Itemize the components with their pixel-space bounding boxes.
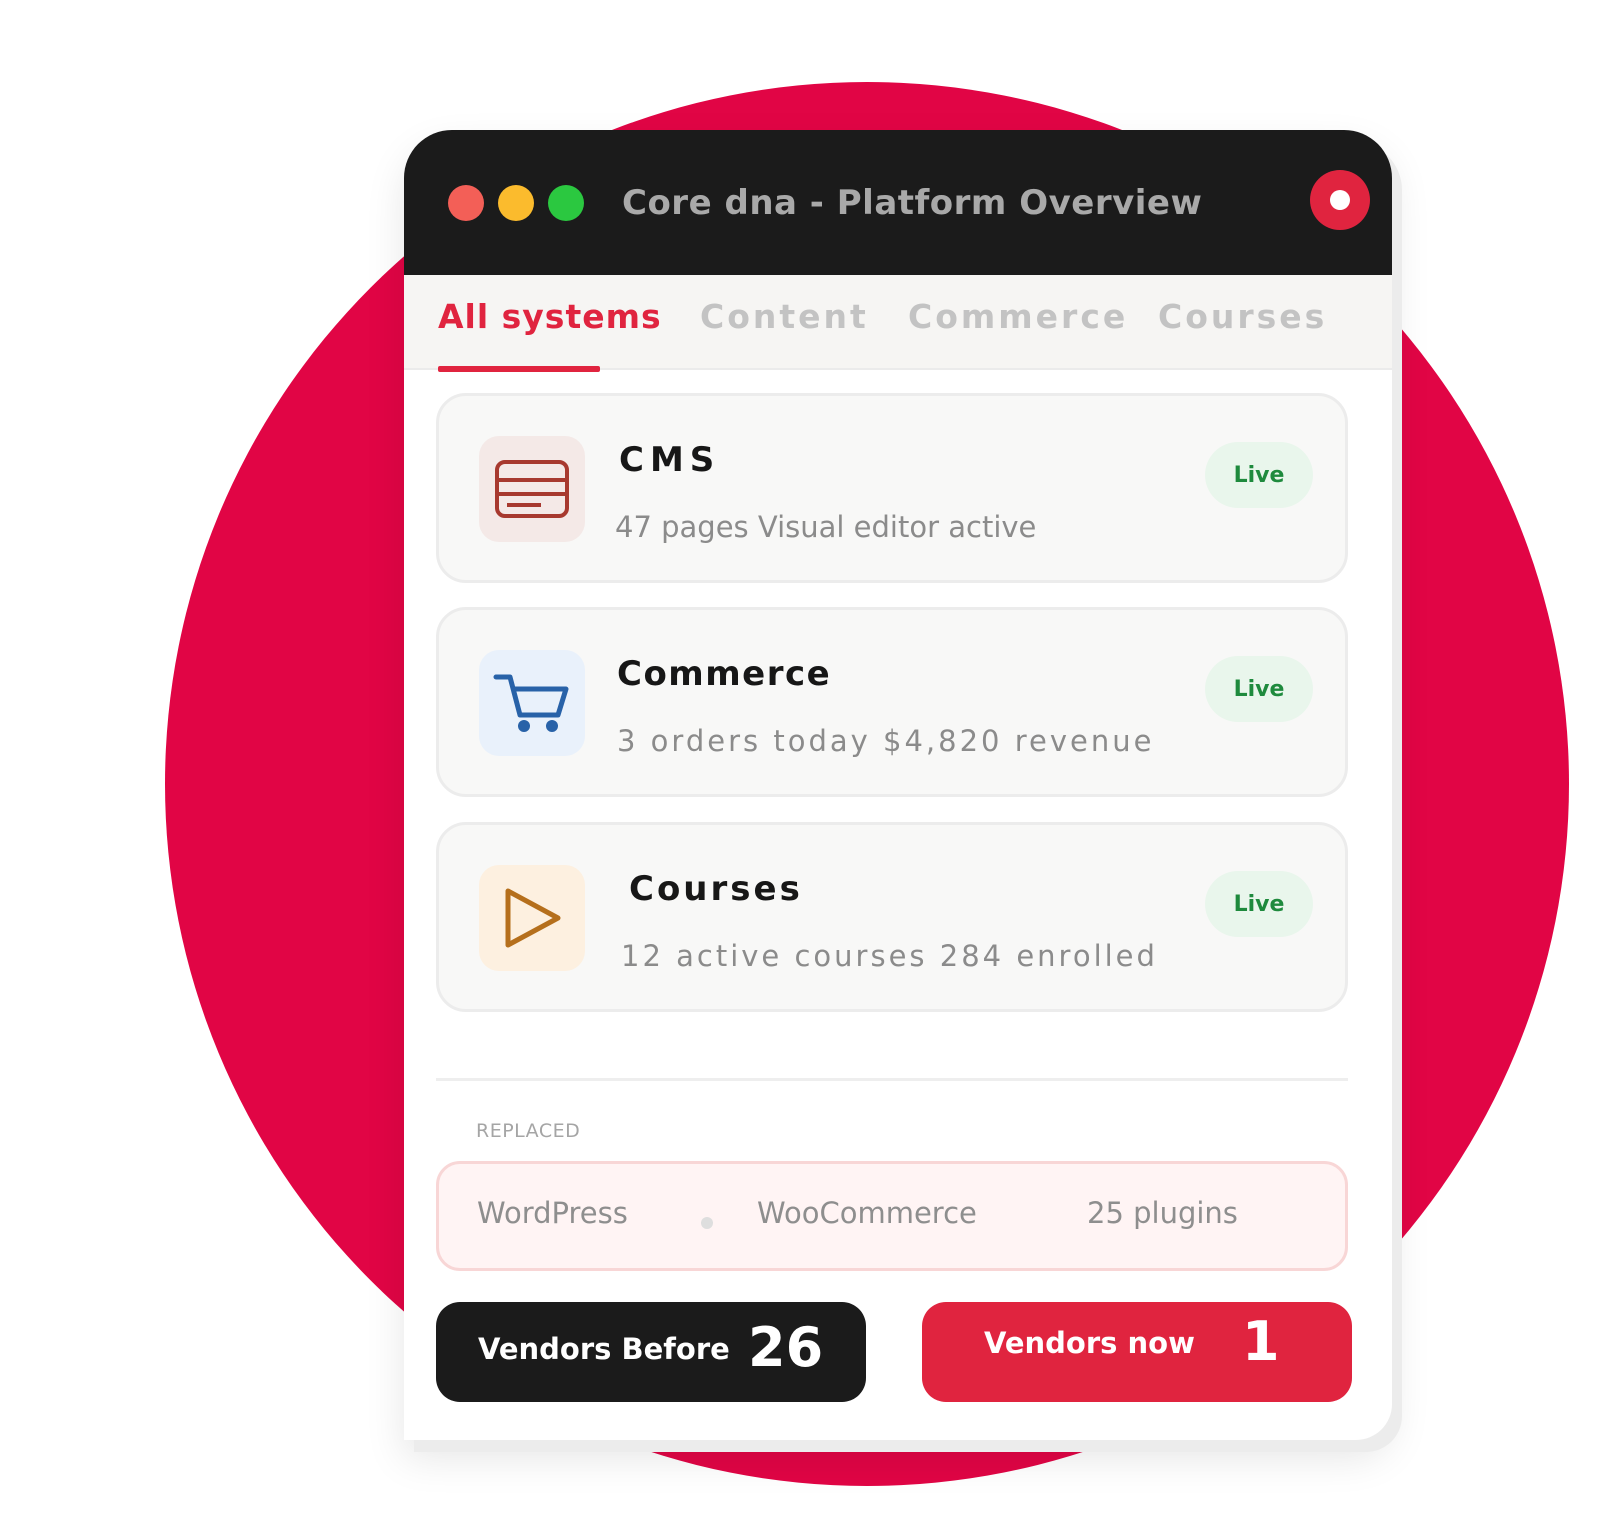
vendors-now-label: Vendors now [984, 1326, 1195, 1360]
commerce-card[interactable]: Commerce 3 orders today $4,820 revenue L… [436, 607, 1348, 797]
record-icon [1330, 190, 1350, 210]
replaced-item-plugins: 25 plugins [1087, 1196, 1238, 1230]
cms-status-badge: Live [1205, 442, 1313, 508]
cart-icon [493, 674, 569, 732]
replaced-box: WordPress WooCommerce 25 plugins [436, 1161, 1348, 1271]
separator-dot [701, 1217, 713, 1229]
courses-card-icon [479, 865, 585, 971]
courses-subtitle: 12 active courses 284 enrolled [621, 939, 1158, 973]
app-window: Core dna - Platform Overview All systems… [404, 130, 1392, 1440]
tab-bar: All systems Content Commerce Courses [404, 275, 1392, 372]
cms-title: CMS [619, 440, 721, 480]
window-title: Core dna - Platform Overview [622, 182, 1203, 223]
commerce-subtitle: 3 orders today $4,820 revenue [617, 724, 1155, 758]
commerce-title: Commerce [617, 654, 832, 694]
commerce-card-icon [479, 650, 585, 756]
maximize-window-button[interactable] [548, 184, 584, 221]
record-button[interactable] [1310, 170, 1370, 230]
cms-card-icon [479, 436, 585, 542]
commerce-status-badge: Live [1205, 656, 1313, 722]
minimize-window-button[interactable] [498, 184, 534, 221]
vendors-before-pill: Vendors Before 26 [436, 1302, 866, 1402]
vendors-now-value: 1 [1242, 1310, 1280, 1373]
vendors-before-label: Vendors Before [478, 1332, 730, 1366]
courses-title: Courses [629, 869, 803, 909]
tab-content[interactable]: Content [700, 297, 869, 336]
cms-subtitle: 47 pages Visual editor active [615, 510, 1037, 544]
vendors-now-pill: Vendors now 1 [922, 1302, 1352, 1402]
active-tab-indicator [438, 366, 600, 372]
play-icon [505, 888, 561, 948]
replaced-item-woocommerce: WooCommerce [757, 1196, 977, 1230]
divider [436, 1078, 1348, 1081]
title-bar: Core dna - Platform Overview [404, 130, 1392, 275]
tab-all-systems[interactable]: All systems [438, 297, 662, 336]
vendors-before-value: 26 [748, 1316, 824, 1379]
card-icon [495, 460, 569, 518]
courses-status-badge: Live [1205, 871, 1313, 937]
replaced-label: REPLACED [476, 1120, 581, 1142]
tab-courses[interactable]: Courses [1158, 297, 1327, 336]
close-window-button[interactable] [448, 184, 484, 221]
courses-card[interactable]: Courses 12 active courses 284 enrolled L… [436, 822, 1348, 1012]
replaced-item-wordpress: WordPress [477, 1196, 628, 1230]
stage: Core dna - Platform Overview All systems… [0, 0, 1600, 1531]
cms-card[interactable]: CMS 47 pages Visual editor active Live [436, 393, 1348, 583]
tab-commerce[interactable]: Commerce [908, 297, 1128, 336]
